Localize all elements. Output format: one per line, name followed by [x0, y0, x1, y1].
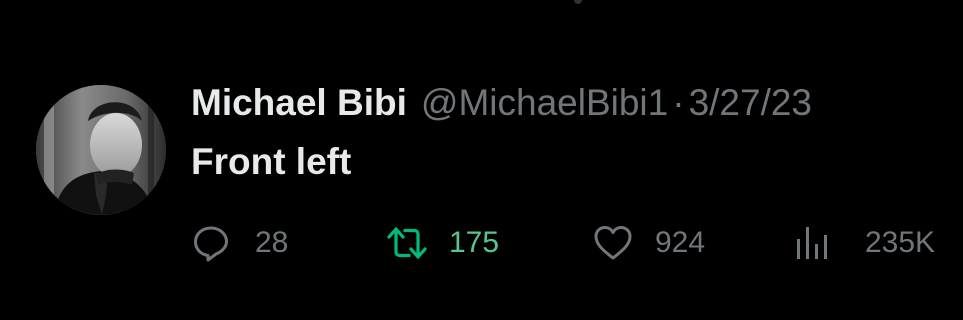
reply-count: 28: [255, 226, 289, 259]
tweet-date[interactable]: 3/27/23: [689, 82, 812, 124]
retweet-count: 175: [449, 226, 500, 259]
like-count: 924: [655, 226, 706, 259]
display-name[interactable]: Michael Bibi: [191, 82, 407, 124]
avatar[interactable]: [36, 85, 166, 215]
retweet-icon: [387, 223, 427, 263]
retweet-button[interactable]: 175: [387, 220, 499, 266]
profile-photo: [36, 85, 166, 215]
heart-icon: [593, 223, 633, 263]
reply-button[interactable]: 28: [191, 220, 288, 266]
header-separator: ·: [672, 82, 685, 123]
user-handle[interactable]: @MichaelBibi1: [421, 82, 668, 124]
analytics-icon: [793, 223, 833, 263]
like-button[interactable]: 924: [593, 220, 705, 266]
tweet-actions: 28 175 924 235K: [191, 220, 951, 266]
reply-icon: [191, 223, 231, 263]
views-count: 235K: [865, 226, 936, 259]
views-button[interactable]: 235K: [793, 220, 935, 266]
tweet-header: Michael Bibi @MichaelBibi1 · 3/27/23: [191, 82, 812, 128]
tweet-text: Front left: [191, 141, 352, 182]
tweet-card[interactable]: Michael Bibi @MichaelBibi1 · 3/27/23 Fro…: [0, 0, 963, 320]
